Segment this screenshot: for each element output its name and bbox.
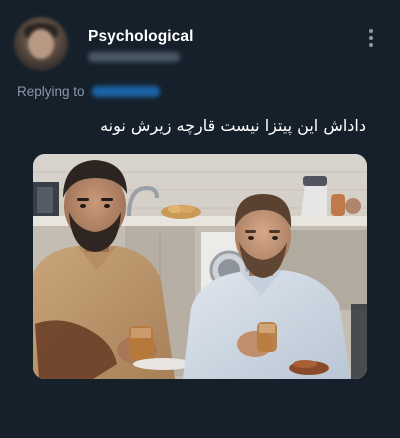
- tweet-media-image[interactable]: [33, 154, 367, 379]
- tweet-text: داداش این پیتزا نیست قارچه زیرش نونه: [100, 116, 366, 135]
- username-redacted: [88, 52, 180, 62]
- more-vertical-icon-dot: [369, 43, 373, 47]
- replying-to-label: Replying to: [17, 84, 85, 99]
- more-vertical-icon-dot: [369, 36, 373, 40]
- avatar[interactable]: [14, 17, 68, 71]
- tweet[interactable]: Psychological Replying to داداش این پیتز…: [0, 0, 400, 438]
- media-scene: [33, 154, 367, 379]
- more-options-button[interactable]: [362, 26, 380, 50]
- display-name[interactable]: Psychological: [88, 28, 194, 46]
- more-vertical-icon: [369, 29, 373, 33]
- avatar-face: [28, 29, 54, 59]
- reply-to-handle-redacted[interactable]: [92, 86, 160, 97]
